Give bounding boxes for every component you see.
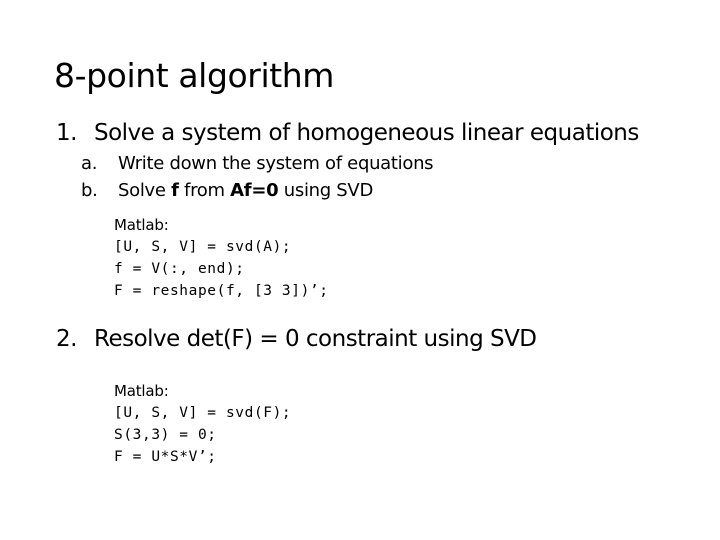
list-item-1: 1. Solve a system of homogeneous linear … [0, 118, 720, 148]
list-item-2-marker: 2. [56, 326, 77, 352]
list-item-1b-bold-f: f [171, 180, 179, 201]
code-block-2-label: Matlab: [114, 382, 169, 400]
code-block-2: Matlab: [U, S, V] = svd(F); S(3,3) = 0; … [114, 380, 720, 468]
code-block-2-line-3: F = U*S*V’; [114, 449, 217, 465]
list-item-1a-label: Write down the system of equations [118, 153, 434, 174]
slide: 8-point algorithm 1. Solve a system of h… [0, 0, 720, 540]
list-item-1-label: Solve a system of homogeneous linear equ… [94, 120, 639, 146]
list-item-1b-text-3: using SVD [278, 180, 374, 201]
code-block-1-label: Matlab: [114, 216, 169, 234]
code-block-1: Matlab: [U, S, V] = svd(A); f = V(:, end… [114, 214, 720, 302]
code-block-1-line-1: [U, S, V] = svd(A); [114, 239, 292, 255]
slide-body: 1. Solve a system of homogeneous linear … [0, 118, 720, 468]
code-block-2-line-2: S(3,3) = 0; [114, 427, 217, 443]
list-item-1a: a. Write down the system of equations [0, 150, 720, 177]
list-item-2-label: Resolve det(F) = 0 constraint using SVD [94, 326, 537, 352]
list-item-1b-bold-equation: Af=0 [230, 180, 279, 201]
list-item-1b-marker: b. [81, 180, 98, 201]
list-item-1b: b. Solve f from Af=0 using SVD [0, 177, 720, 204]
list-item-1-marker: 1. [56, 120, 77, 146]
list-item-1b-text-2: from [178, 180, 231, 201]
list-item-2: 2. Resolve det(F) = 0 constraint using S… [0, 324, 720, 354]
page-title: 8-point algorithm [54, 56, 335, 95]
code-block-2-line-1: [U, S, V] = svd(F); [114, 405, 292, 421]
code-block-1-line-3: F = reshape(f, [3 3])’; [114, 283, 329, 299]
list-item-1b-text-1: Solve [118, 180, 172, 201]
code-block-1-line-2: f = V(:, end); [114, 261, 245, 277]
list-item-1a-marker: a. [81, 153, 98, 174]
